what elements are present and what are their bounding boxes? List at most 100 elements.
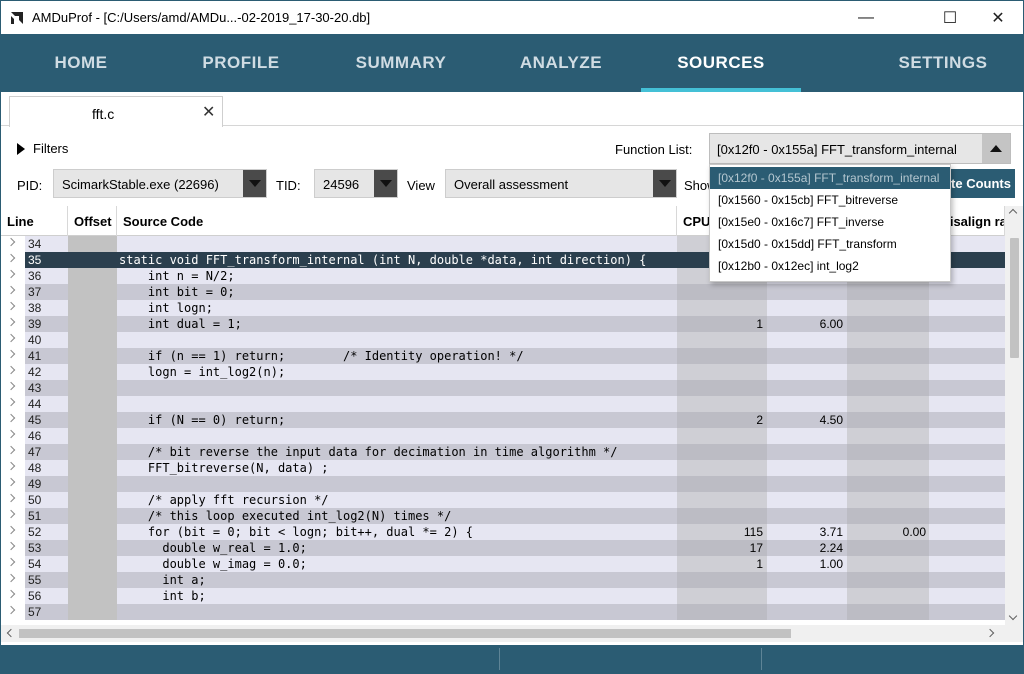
table-row[interactable]: 44 — [1, 396, 1005, 412]
chevron-right-icon[interactable] — [6, 365, 16, 375]
table-row[interactable]: 42 logn = int_log2(n); — [1, 364, 1005, 380]
chevron-right-icon[interactable] — [6, 397, 16, 407]
chevron-right-icon[interactable] — [6, 413, 16, 423]
vertical-scroll-thumb[interactable] — [1010, 238, 1019, 358]
row-expander[interactable] — [1, 460, 25, 476]
table-row[interactable]: 52 for (bit = 0; bit < logn; bit++, dual… — [1, 524, 1005, 540]
filters-toggle[interactable]: Filters — [17, 141, 68, 156]
nav-profile[interactable]: PROFILE — [161, 34, 321, 92]
horizontal-scrollbar[interactable] — [1, 625, 1005, 642]
nav-home[interactable]: HOME — [1, 34, 161, 92]
close-button[interactable]: ✕ — [975, 1, 1021, 34]
chevron-right-icon[interactable] — [6, 573, 16, 583]
chevron-right-icon[interactable] — [6, 509, 16, 519]
table-row[interactable]: 56 int b; — [1, 588, 1005, 604]
chevron-right-icon[interactable] — [6, 333, 16, 343]
table-row[interactable]: 38 int logn; — [1, 300, 1005, 316]
row-expander[interactable] — [1, 508, 25, 524]
row-expander[interactable] — [1, 364, 25, 380]
table-row[interactable]: 49 — [1, 476, 1005, 492]
chevron-right-icon[interactable] — [6, 445, 16, 455]
chevron-right-icon[interactable] — [6, 269, 16, 279]
scroll-right-icon[interactable] — [985, 628, 995, 638]
chevron-right-icon[interactable] — [6, 605, 16, 615]
chevron-right-icon[interactable] — [6, 589, 16, 599]
function-list-select[interactable]: [0x12f0 - 0x155a] FFT_transform_internal — [709, 133, 1011, 164]
function-option[interactable]: [0x12f0 - 0x155a] FFT_transform_internal — [710, 167, 950, 189]
table-row[interactable]: 37 int bit = 0; — [1, 284, 1005, 300]
close-icon[interactable]: ✕ — [202, 102, 215, 122]
row-expander[interactable] — [1, 492, 25, 508]
table-row[interactable]: 41 if (n == 1) return; /* Identity opera… — [1, 348, 1005, 364]
chevron-right-icon[interactable] — [6, 317, 16, 327]
function-option[interactable]: [0x1560 - 0x15cb] FFT_bitreverse — [710, 189, 950, 211]
chevron-right-icon[interactable] — [6, 429, 16, 439]
row-expander[interactable] — [1, 252, 25, 268]
function-option[interactable]: [0x15e0 - 0x16c7] FFT_inverse — [710, 211, 950, 233]
row-expander[interactable] — [1, 348, 25, 364]
col-header-offset[interactable]: Offset — [68, 206, 117, 236]
file-tab[interactable]: fft.c ✕ — [9, 96, 223, 127]
table-row[interactable]: 55 int a; — [1, 572, 1005, 588]
table-row[interactable]: 45 if (N == 0) return; 2 4.50 — [1, 412, 1005, 428]
scroll-up-icon[interactable] — [1008, 208, 1018, 218]
row-expander[interactable] — [1, 268, 25, 284]
row-expander[interactable] — [1, 556, 25, 572]
col-header-source[interactable]: Source Code — [117, 206, 677, 236]
table-row[interactable]: 39 int dual = 1; 1 6.00 — [1, 316, 1005, 332]
nav-sources[interactable]: SOURCES — [641, 34, 801, 92]
maximize-button[interactable]: ☐ — [927, 1, 973, 34]
chevron-right-icon[interactable] — [6, 285, 16, 295]
chevron-right-icon[interactable] — [6, 349, 16, 359]
tid-select[interactable]: 24596 — [314, 169, 398, 198]
row-expander[interactable] — [1, 588, 25, 604]
table-row[interactable]: 54 double w_imag = 0.0; 1 1.00 — [1, 556, 1005, 572]
row-expander[interactable] — [1, 524, 25, 540]
chevron-right-icon[interactable] — [6, 557, 16, 567]
row-expander[interactable] — [1, 236, 25, 252]
table-row[interactable]: 53 double w_real = 1.0; 17 2.24 — [1, 540, 1005, 556]
chevron-right-icon[interactable] — [6, 541, 16, 551]
row-expander[interactable] — [1, 300, 25, 316]
function-option[interactable]: [0x15d0 - 0x15dd] FFT_transform — [710, 233, 950, 255]
row-expander[interactable] — [1, 284, 25, 300]
view-select[interactable]: Overall assessment — [445, 169, 677, 198]
horizontal-scroll-thumb[interactable] — [19, 629, 791, 638]
chevron-down-icon[interactable] — [653, 170, 676, 197]
table-row[interactable]: 46 — [1, 428, 1005, 444]
chevron-right-icon[interactable] — [6, 493, 16, 503]
chevron-up-icon[interactable] — [982, 134, 1010, 163]
vertical-scrollbar[interactable] — [1005, 206, 1023, 625]
scroll-left-icon[interactable] — [6, 628, 16, 638]
table-row[interactable]: 57 — [1, 604, 1005, 620]
scroll-down-icon[interactable] — [1008, 611, 1018, 621]
row-expander[interactable] — [1, 604, 25, 620]
row-expander[interactable] — [1, 396, 25, 412]
pid-select[interactable]: ScimarkStable.exe (22696) — [53, 169, 267, 198]
nav-analyze[interactable]: ANALYZE — [481, 34, 641, 92]
chevron-right-icon[interactable] — [6, 237, 16, 247]
table-row[interactable]: 40 — [1, 332, 1005, 348]
row-expander[interactable] — [1, 332, 25, 348]
row-expander[interactable] — [1, 476, 25, 492]
chevron-right-icon[interactable] — [6, 253, 16, 263]
table-row[interactable]: 50 /* apply fft recursion */ — [1, 492, 1005, 508]
table-row[interactable]: 43 — [1, 380, 1005, 396]
row-expander[interactable] — [1, 380, 25, 396]
row-expander[interactable] — [1, 572, 25, 588]
chevron-down-icon[interactable] — [374, 170, 397, 197]
row-expander[interactable] — [1, 316, 25, 332]
minimize-button[interactable]: — — [843, 1, 889, 34]
function-option[interactable]: [0x12b0 - 0x12ec] int_log2 — [710, 255, 950, 277]
nav-settings[interactable]: SETTINGS — [863, 34, 1023, 92]
table-row[interactable]: 51 /* this loop executed int_log2(N) tim… — [1, 508, 1005, 524]
chevron-right-icon[interactable] — [6, 477, 16, 487]
table-row[interactable]: 48 FFT_bitreverse(N, data) ; — [1, 460, 1005, 476]
col-header-line[interactable]: Line — [1, 206, 68, 236]
chevron-right-icon[interactable] — [6, 525, 16, 535]
table-row[interactable]: 47 /* bit reverse the input data for dec… — [1, 444, 1005, 460]
row-expander[interactable] — [1, 428, 25, 444]
chevron-right-icon[interactable] — [6, 301, 16, 311]
row-expander[interactable] — [1, 444, 25, 460]
chevron-right-icon[interactable] — [6, 381, 16, 391]
